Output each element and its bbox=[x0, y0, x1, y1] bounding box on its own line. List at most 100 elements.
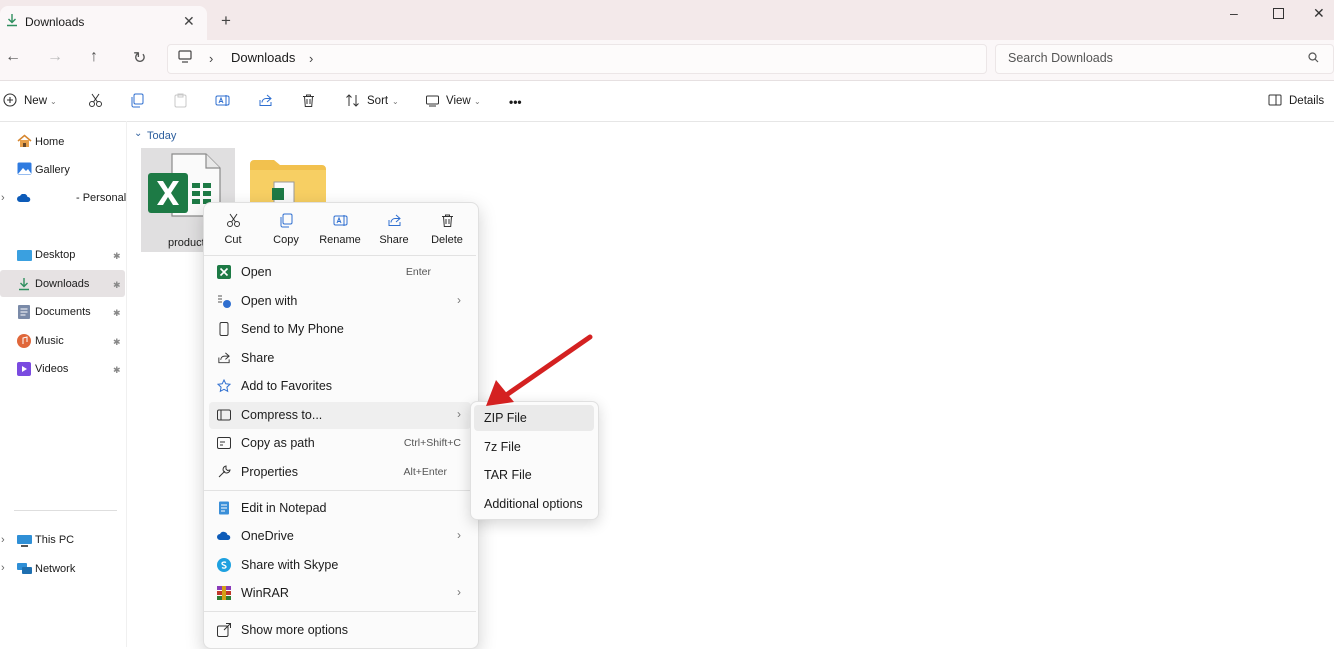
network-icon bbox=[17, 563, 32, 575]
tab-close-button[interactable]: ✕ bbox=[183, 13, 195, 30]
trash-icon[interactable] bbox=[301, 93, 316, 108]
chevron-down-icon: ⌄ bbox=[474, 97, 481, 106]
up-button[interactable]: ↑ bbox=[90, 48, 98, 66]
submenu-item-label: 7z File bbox=[484, 440, 521, 454]
chevron-down-icon[interactable]: ⌄ bbox=[134, 128, 142, 139]
menu-item-send-to-phone[interactable]: Send to My Phone bbox=[209, 316, 471, 343]
pin-icon[interactable]: ✱ bbox=[113, 337, 121, 348]
pin-icon[interactable]: ✱ bbox=[113, 280, 121, 291]
submenu-item-label: TAR File bbox=[484, 468, 532, 482]
phone-icon bbox=[217, 322, 231, 336]
folder-icon[interactable] bbox=[250, 160, 326, 204]
forward-button[interactable]: → bbox=[47, 48, 63, 66]
menu-item-show-more-options[interactable]: Show more options bbox=[209, 617, 471, 644]
quick-action-copy[interactable]: Copy bbox=[256, 213, 316, 246]
sidebar-item-gallery[interactable]: Gallery bbox=[35, 164, 70, 176]
menu-item-compress-to[interactable]: Compress to... › bbox=[209, 402, 471, 429]
onedrive-icon bbox=[17, 194, 31, 202]
skype-icon bbox=[217, 558, 231, 572]
new-button[interactable]: New bbox=[24, 95, 47, 107]
sidebar-item-this-pc[interactable]: This PC bbox=[35, 534, 74, 546]
quick-action-rename[interactable]: Rename bbox=[310, 213, 370, 246]
breadcrumb-separator[interactable]: › bbox=[309, 51, 313, 66]
file-name[interactable]: product bbox=[168, 237, 205, 249]
submenu-item-label: ZIP File bbox=[484, 411, 527, 425]
submenu-item-7z-file[interactable]: 7z File bbox=[474, 434, 594, 460]
rename-icon[interactable] bbox=[215, 93, 230, 108]
view-button[interactable]: View bbox=[446, 95, 471, 107]
group-header-today[interactable]: Today bbox=[147, 130, 176, 142]
sidebar-item-desktop[interactable]: Desktop bbox=[35, 249, 75, 261]
menu-item-add-to-favorites[interactable]: Add to Favorites bbox=[209, 373, 471, 400]
sidebar-item-network[interactable]: Network bbox=[35, 563, 75, 575]
close-window-button[interactable]: ✕ bbox=[1313, 5, 1325, 22]
menu-item-properties[interactable]: Properties Alt+Enter bbox=[209, 459, 471, 486]
chevron-right-icon: › bbox=[457, 407, 461, 421]
menu-item-label: Share bbox=[241, 351, 275, 365]
pin-icon[interactable]: ✱ bbox=[113, 308, 121, 319]
quick-action-cut[interactable]: Cut bbox=[203, 213, 263, 246]
search-icon[interactable] bbox=[1308, 52, 1319, 63]
paste-icon[interactable] bbox=[173, 93, 188, 108]
minimize-button[interactable]: – bbox=[1230, 5, 1238, 21]
scissors-icon bbox=[226, 213, 240, 227]
quick-action-label: Rename bbox=[319, 234, 361, 246]
rename-icon bbox=[333, 215, 347, 226]
back-button[interactable]: ← bbox=[5, 48, 21, 66]
menu-item-label: Send to My Phone bbox=[241, 322, 344, 336]
pin-icon[interactable]: ✱ bbox=[113, 365, 121, 376]
quick-action-label: Delete bbox=[431, 234, 463, 246]
menu-item-open[interactable]: Open Enter bbox=[209, 259, 471, 286]
open-with-icon bbox=[217, 294, 231, 308]
new-tab-button[interactable]: + bbox=[221, 11, 231, 31]
onedrive-icon bbox=[217, 529, 231, 543]
menu-item-share-with-skype[interactable]: Share with Skype bbox=[209, 552, 471, 579]
menu-item-open-with[interactable]: Open with › bbox=[209, 288, 471, 315]
cut-icon[interactable] bbox=[88, 93, 103, 108]
quick-action-delete[interactable]: Delete bbox=[417, 213, 477, 246]
download-icon bbox=[5, 13, 19, 27]
pin-icon[interactable]: ✱ bbox=[113, 251, 121, 262]
sidebar-item-videos[interactable]: Videos bbox=[35, 363, 68, 375]
sidebar-item-music[interactable]: Music bbox=[35, 335, 64, 347]
expand-chevron-icon[interactable]: › bbox=[1, 534, 5, 546]
sidebar-item-onedrive-personal[interactable]: - Personal bbox=[76, 192, 126, 204]
sidebar-separator bbox=[14, 510, 117, 511]
menu-item-winrar[interactable]: WinRAR › bbox=[209, 580, 471, 607]
refresh-button[interactable]: ↻ bbox=[133, 48, 146, 68]
breadcrumb-downloads[interactable]: Downloads bbox=[231, 50, 295, 65]
computer-icon bbox=[178, 50, 192, 63]
menu-item-copy-as-path[interactable]: Copy as path Ctrl+Shift+C bbox=[209, 430, 471, 457]
expand-chevron-icon[interactable]: › bbox=[1, 192, 5, 204]
more-options-button[interactable]: ••• bbox=[509, 95, 522, 109]
menu-item-share[interactable]: Share bbox=[209, 345, 471, 372]
sidebar-item-downloads[interactable]: Downloads bbox=[35, 278, 89, 290]
wrench-icon bbox=[217, 465, 231, 479]
chevron-right-icon: › bbox=[457, 293, 461, 307]
breadcrumb-separator: › bbox=[209, 51, 214, 66]
share-icon[interactable] bbox=[258, 93, 273, 108]
quick-action-share[interactable]: Share bbox=[364, 213, 424, 246]
sidebar-item-documents[interactable]: Documents bbox=[35, 306, 91, 318]
maximize-button[interactable] bbox=[1273, 8, 1284, 19]
copy-path-icon bbox=[217, 436, 231, 450]
expand-chevron-icon[interactable]: › bbox=[1, 562, 5, 574]
pc-icon bbox=[17, 535, 32, 547]
star-icon bbox=[217, 379, 231, 393]
submenu-item-additional-options[interactable]: Additional options bbox=[474, 491, 594, 517]
chevron-right-icon: › bbox=[457, 585, 461, 599]
copy-icon[interactable] bbox=[130, 93, 145, 108]
menu-item-label: Copy as path bbox=[241, 436, 315, 450]
details-button[interactable]: Details bbox=[1289, 95, 1324, 107]
menu-item-edit-in-notepad[interactable]: Edit in Notepad bbox=[209, 495, 471, 522]
menu-item-onedrive[interactable]: OneDrive › bbox=[209, 523, 471, 550]
sidebar-item-home[interactable]: Home bbox=[35, 136, 64, 148]
menu-item-label: Edit in Notepad bbox=[241, 501, 327, 515]
submenu-item-tar-file[interactable]: TAR File bbox=[474, 462, 594, 488]
quick-action-label: Share bbox=[379, 234, 409, 246]
menu-item-label: OneDrive bbox=[241, 529, 294, 543]
music-icon bbox=[17, 334, 31, 348]
menu-separator bbox=[204, 611, 476, 612]
sort-button[interactable]: Sort bbox=[367, 95, 388, 107]
annotation-arrow-icon bbox=[486, 334, 593, 406]
